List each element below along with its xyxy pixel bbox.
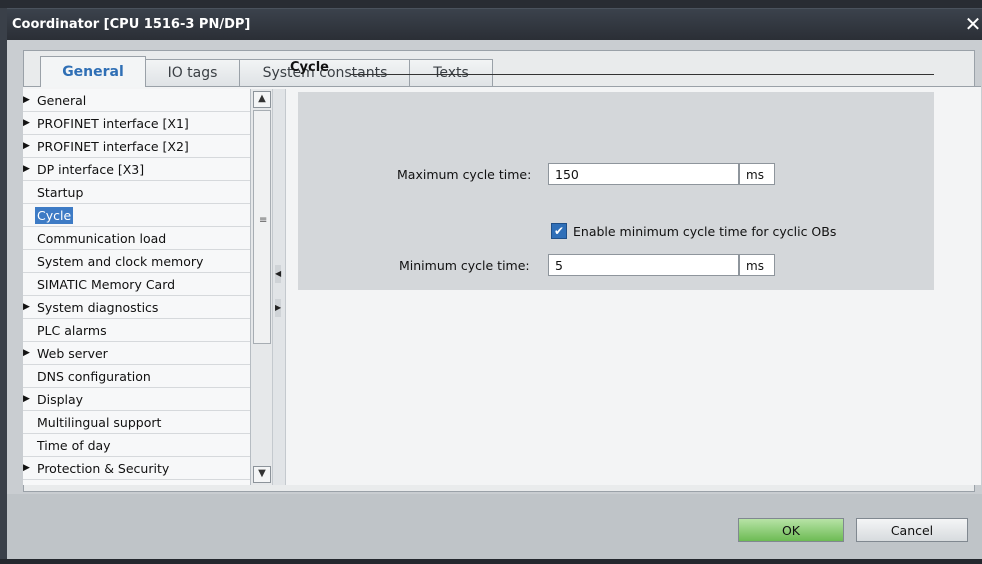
scroll-down-icon[interactable]: ▼ (253, 466, 271, 483)
nav-item-web-server[interactable]: ▶ Web server (23, 342, 250, 365)
nav-item-memory-card[interactable]: SIMATIC Memory Card (23, 273, 250, 296)
expand-arrow-icon[interactable]: ▶ (23, 463, 35, 473)
panel-splitter[interactable]: ◀ ▶ (272, 89, 286, 485)
close-icon[interactable]: ✕ (964, 14, 982, 35)
collapse-left-icon[interactable]: ◀ (275, 265, 281, 283)
properties-dialog: Coordinator [CPU 1516-3 PN/DP] ✕ General… (0, 0, 982, 564)
expand-arrow-icon[interactable]: ▶ (23, 302, 35, 312)
section-divider (350, 74, 934, 75)
nav-item-dns-configuration[interactable]: DNS configuration (23, 365, 250, 388)
nav-item-system-diagnostics[interactable]: ▶ System diagnostics (23, 296, 250, 319)
scroll-up-icon[interactable]: ▲ (253, 91, 271, 108)
nav-item-startup[interactable]: Startup (23, 181, 250, 204)
nav-item-cycle[interactable]: Cycle (23, 204, 250, 227)
nav-item-time-of-day[interactable]: Time of day (23, 434, 250, 457)
section-title: Cycle (290, 60, 329, 75)
min-cycle-time-input[interactable]: 5 (548, 254, 739, 276)
max-cycle-time-label: Maximum cycle time: (397, 167, 532, 182)
expand-right-icon[interactable]: ▶ (275, 299, 281, 317)
expand-arrow-icon[interactable]: ▶ (23, 348, 35, 358)
navigation-tree: ▶ General ▶ PROFINET interface [X1] ▶ PROFI… (23, 89, 250, 485)
expand-arrow-icon[interactable]: ▶ (23, 118, 35, 128)
expand-arrow-icon[interactable]: ▶ (23, 394, 35, 404)
expand-arrow-icon[interactable]: ▶ (23, 164, 35, 174)
nav-scrollbar[interactable]: ▲ ≡ ▼ (250, 89, 272, 485)
nav-item-general[interactable]: ▶ General (23, 89, 250, 112)
expand-arrow-icon[interactable]: ▶ (23, 141, 35, 151)
ok-button[interactable]: OK (738, 518, 844, 542)
min-cycle-time-unit: ms (739, 254, 775, 276)
checkbox-checked-icon[interactable]: ✔ (551, 223, 567, 239)
nav-item-multilingual-support[interactable]: Multilingual support (23, 411, 250, 434)
cancel-button[interactable]: Cancel (856, 518, 968, 542)
window-title: Coordinator [CPU 1516-3 PN/DP] (12, 17, 251, 32)
nav-item-display[interactable]: ▶ Display (23, 388, 250, 411)
tab-io-tags[interactable]: IO tags (144, 59, 241, 86)
nav-item-communication-load[interactable]: Communication load (23, 227, 250, 250)
nav-item-system-clock-memory[interactable]: System and clock memory (23, 250, 250, 273)
max-cycle-time-unit: ms (739, 163, 775, 185)
window-left-edge (0, 8, 7, 559)
title-bar[interactable]: Coordinator [CPU 1516-3 PN/DP] ✕ (7, 8, 982, 41)
expand-arrow-icon[interactable]: ▶ (23, 95, 35, 105)
min-cycle-time-label: Minimum cycle time: (399, 258, 530, 273)
enable-min-cycle-checkbox-row[interactable]: ✔ Enable minimum cycle time for cyclic O… (551, 223, 836, 239)
window-bottom-edge (0, 559, 982, 564)
grip-icon: ≡ (259, 215, 268, 226)
nav-item-profinet-x2[interactable]: ▶ PROFINET interface [X2] (23, 135, 250, 158)
nav-item-protection-security[interactable]: ▶ Protection & Security (23, 457, 250, 480)
enable-min-cycle-label: Enable minimum cycle time for cyclic OBs (573, 223, 837, 239)
nav-item-dp-interface[interactable]: ▶ DP interface [X3] (23, 158, 250, 181)
max-cycle-time-input[interactable]: 150 (548, 163, 739, 185)
tab-general[interactable]: General (40, 56, 146, 87)
tab-texts[interactable]: Texts (409, 59, 493, 86)
nav-item-profinet-x1[interactable]: ▶ PROFINET interface [X1] (23, 112, 250, 135)
nav-item-plc-alarms[interactable]: PLC alarms (23, 319, 250, 342)
button-bar: OK Cancel (7, 494, 982, 559)
scroll-thumb[interactable]: ≡ (253, 110, 271, 344)
